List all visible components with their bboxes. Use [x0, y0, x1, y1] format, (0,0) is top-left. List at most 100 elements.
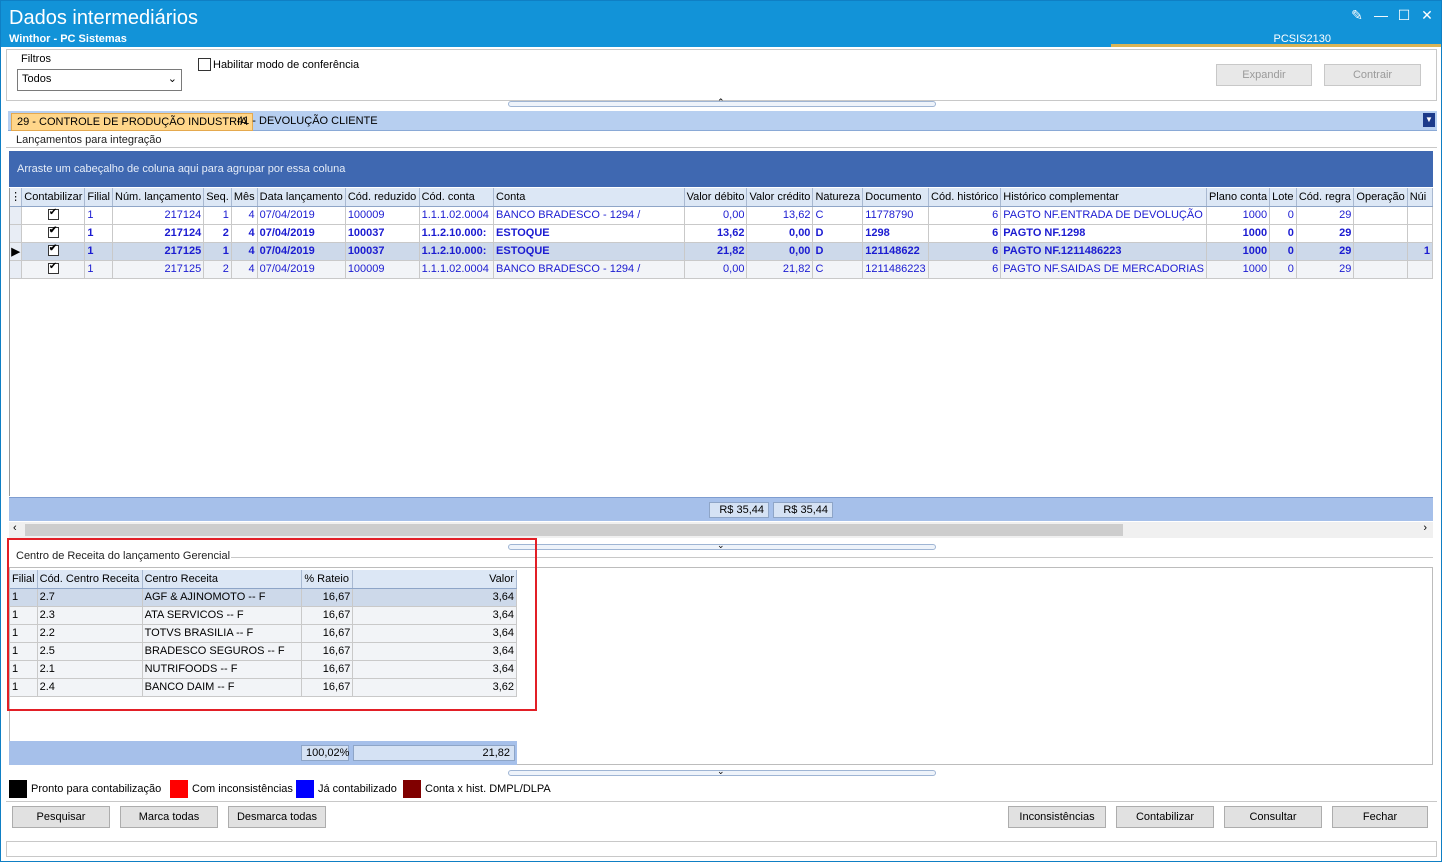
cell[interactable]: 217125 — [112, 242, 205, 261]
maximize-icon[interactable]: ☐ — [1396, 7, 1412, 23]
cell[interactable]: 21,82 — [746, 260, 814, 279]
col-header[interactable]: Lote — [1269, 188, 1297, 207]
fechar-button[interactable]: Fechar — [1332, 806, 1428, 828]
collapse-button[interactable]: Contrair — [1324, 64, 1421, 86]
cell[interactable]: PAGTO NF.ENTRADA DE DEVOLUÇÃO — [1000, 206, 1207, 225]
cell[interactable]: ESTOQUE — [493, 242, 685, 261]
minimize-icon[interactable]: — — [1373, 7, 1389, 23]
cell[interactable]: 1.1.1.02.0004 — [419, 206, 495, 225]
cell[interactable]: 6 — [928, 260, 1002, 279]
splitter-bottom[interactable]: ⌄ — [508, 766, 936, 776]
cell[interactable]: 100009 — [345, 260, 420, 279]
cell[interactable] — [1353, 242, 1408, 261]
cell[interactable]: 1 — [84, 242, 113, 261]
cell[interactable]: 1000 — [1206, 242, 1271, 261]
cell[interactable]: 121148622 — [862, 242, 930, 261]
col-header[interactable]: Cód. regra — [1296, 188, 1355, 207]
cell[interactable] — [1407, 224, 1434, 243]
cell[interactable]: 29 — [1296, 260, 1355, 279]
cell[interactable]: 4 — [231, 242, 258, 261]
row-indicator[interactable] — [10, 260, 23, 279]
cell[interactable]: C — [812, 260, 864, 279]
col-header[interactable]: Valor débito — [684, 188, 748, 207]
scroll-right-icon[interactable]: › — [1423, 522, 1427, 534]
cell[interactable]: 6 — [928, 242, 1002, 261]
col-header[interactable]: Núm. lançamento — [112, 188, 205, 207]
cell[interactable]: 100009 — [345, 206, 420, 225]
cell[interactable]: 0 — [1269, 206, 1297, 225]
cell[interactable]: 217125 — [112, 260, 205, 279]
table-row[interactable]: 1 217125 2 4 07/04/2019 100009 1.1.1.02.… — [10, 260, 1434, 279]
row-selector-header[interactable]: ⋮ — [10, 188, 23, 207]
col-header[interactable]: Núi — [1407, 188, 1434, 207]
cell[interactable]: 2 — [203, 224, 232, 243]
inconsistencias-button[interactable]: Inconsistências — [1008, 806, 1106, 828]
cell[interactable]: 1.1.1.02.0004 — [419, 260, 495, 279]
col-header[interactable]: Natureza — [812, 188, 864, 207]
cell[interactable]: 1000 — [1206, 206, 1271, 225]
col-header[interactable]: Operação — [1353, 188, 1408, 207]
col-header[interactable]: Histórico complementar — [1000, 188, 1207, 207]
col-header[interactable]: Documento — [862, 188, 930, 207]
cell[interactable]: 1000 — [1206, 260, 1271, 279]
col-header[interactable]: Cód. conta — [419, 188, 495, 207]
cell[interactable]: 07/04/2019 — [257, 206, 346, 225]
chevron-down-icon[interactable]: ⌄ — [168, 72, 177, 85]
cell[interactable]: 4 — [231, 206, 258, 225]
cell[interactable]: 6 — [928, 206, 1002, 225]
cell[interactable]: 0,00 — [746, 242, 814, 261]
cell[interactable]: 0 — [1269, 224, 1297, 243]
cell[interactable]: BANCO BRADESCO - 1294 / — [493, 260, 685, 279]
table-row[interactable]: 1 217124 2 4 07/04/2019 100037 1.1.2.10.… — [10, 224, 1434, 243]
cell[interactable]: C — [812, 206, 864, 225]
table-row[interactable]: 1 217124 1 4 07/04/2019 100009 1.1.1.02.… — [10, 206, 1434, 225]
cell[interactable]: 4 — [231, 224, 258, 243]
cell[interactable]: 2 — [203, 260, 232, 279]
cell[interactable]: 0,00 — [746, 224, 814, 243]
col-header[interactable]: Filial — [84, 188, 113, 207]
col-header[interactable]: Cód. histórico — [928, 188, 1002, 207]
col-header[interactable]: Contabilizar — [21, 188, 86, 207]
cell[interactable]: PAGTO NF.1298 — [1000, 224, 1207, 243]
cell[interactable]: 1000 — [1206, 224, 1271, 243]
horizontal-scrollbar[interactable]: ‹ › — [9, 522, 1433, 538]
conference-checkbox[interactable] — [198, 58, 211, 71]
cell[interactable]: 0 — [1269, 260, 1297, 279]
cell[interactable]: 07/04/2019 — [257, 242, 346, 261]
cell[interactable]: 1.1.2.10.000: — [419, 242, 495, 261]
marca-todas-button[interactable]: Marca todas — [120, 806, 218, 828]
contabilizar-button[interactable]: Contabilizar — [1116, 806, 1214, 828]
desmarca-todas-button[interactable]: Desmarca todas — [228, 806, 326, 828]
cell[interactable]: 100037 — [345, 224, 420, 243]
cell[interactable]: 1211486223 — [862, 260, 930, 279]
cell[interactable]: 0,00 — [684, 206, 748, 225]
cell[interactable]: 21,82 — [684, 242, 748, 261]
cell[interactable]: 1 — [84, 224, 113, 243]
splitter-top[interactable]: ⌃ — [508, 97, 936, 107]
splitter-middle[interactable]: ⌄ — [508, 540, 936, 550]
cell[interactable]: 217124 — [112, 206, 205, 225]
cell[interactable]: PAGTO NF.SAIDAS DE MERCADORIAS — [1000, 260, 1207, 279]
table-row[interactable]: ▶ 1 217125 1 4 07/04/2019 100037 1.1.2.1… — [10, 242, 1434, 261]
cell[interactable] — [1407, 206, 1434, 225]
cell[interactable]: 13,62 — [746, 206, 814, 225]
scroll-left-icon[interactable]: ‹ — [13, 522, 17, 534]
row-indicator[interactable] — [10, 206, 23, 225]
tab-menu-icon[interactable]: ▼ — [1423, 113, 1435, 127]
chevron-up-icon[interactable]: ⌃ — [717, 97, 725, 108]
col-header[interactable]: Valor crédito — [746, 188, 814, 207]
cell[interactable]: 100037 — [345, 242, 420, 261]
cell[interactable]: 29 — [1296, 206, 1355, 225]
cell[interactable]: PAGTO NF.1211486223 — [1000, 242, 1207, 261]
cell[interactable] — [1353, 206, 1408, 225]
cell[interactable] — [1407, 260, 1434, 279]
filters-select[interactable]: Todos ⌄ — [17, 69, 182, 91]
pesquisar-button[interactable]: Pesquisar — [12, 806, 110, 828]
cell[interactable]: D — [812, 224, 864, 243]
group-by-panel[interactable]: Arraste um cabeçalho de coluna aqui para… — [9, 151, 1433, 187]
col-header[interactable]: Cód. reduzido — [345, 188, 420, 207]
cell[interactable]: 1 — [1407, 242, 1434, 261]
cell[interactable]: 29 — [1296, 242, 1355, 261]
cell[interactable]: 1298 — [862, 224, 930, 243]
cell[interactable]: 1 — [203, 242, 232, 261]
